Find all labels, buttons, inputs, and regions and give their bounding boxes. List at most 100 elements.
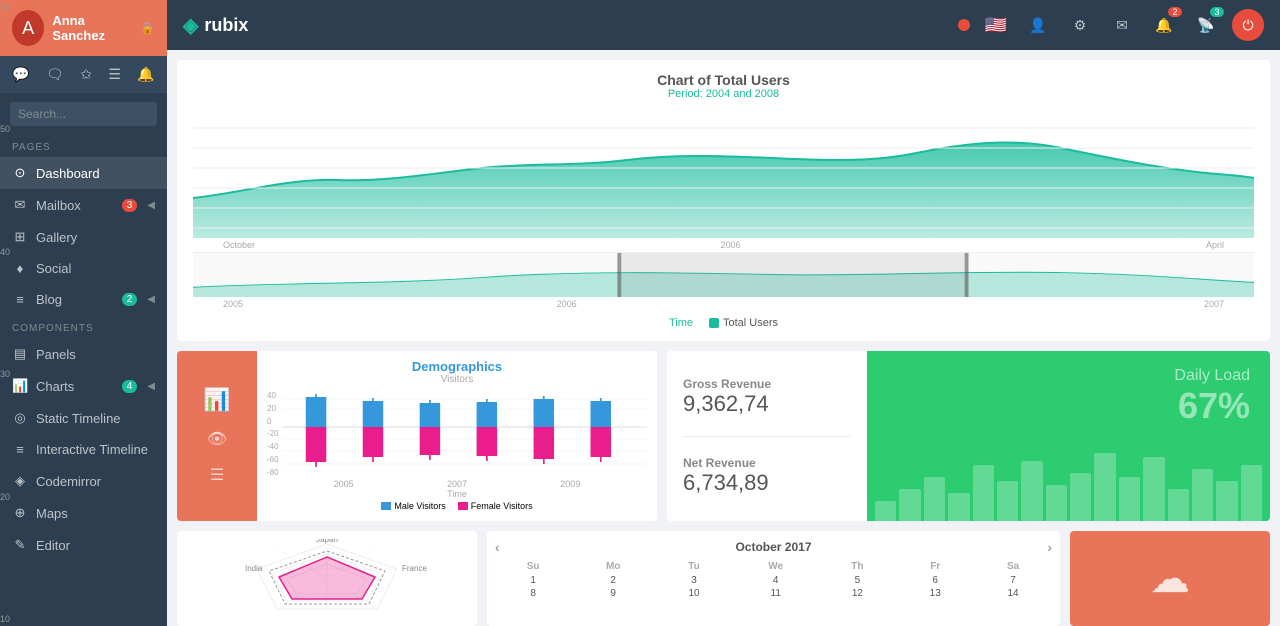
mini-bar (1168, 489, 1189, 521)
spider-chart-card: Japan France India (177, 531, 477, 626)
mail-button[interactable]: ✉ (1106, 9, 1138, 41)
mini-chart-x-labels: 2005 2006 2007 (193, 297, 1254, 311)
sidebar-item-label: Panels (36, 347, 76, 362)
demo-chart-subtitle: Visitors (267, 374, 647, 385)
sidebar-item-label: Static Timeline (36, 411, 121, 426)
demo-sidebar-panel: 📊 👁 ☰ (177, 351, 257, 521)
gross-revenue-section: Gross Revenue 9,362,74 (683, 377, 851, 417)
mailbox-badge: 3 (122, 199, 138, 212)
settings-button[interactable]: ⚙ (1064, 9, 1096, 41)
net-revenue-value: 6,734,89 (683, 470, 851, 496)
cal-day[interactable]: 6 (896, 574, 974, 587)
mini-bar (997, 481, 1018, 521)
cal-day[interactable]: 10 (655, 587, 733, 600)
cal-day[interactable]: 7 (974, 574, 1052, 587)
cal-day[interactable]: 13 (896, 587, 974, 600)
sidebar-item-label: Charts (36, 379, 74, 394)
spider-svg: Japan France India (227, 539, 427, 619)
sidebar-item-label: Interactive Timeline (36, 442, 148, 457)
svg-text:France: France (402, 564, 427, 573)
demo-chart-title: Demographics (267, 359, 647, 374)
legend-total-users: Total Users (709, 317, 778, 329)
chart-total-users-subtitle: Period: 2004 and 2008 (193, 88, 1254, 100)
rss-button[interactable]: 📡 3 (1190, 9, 1222, 41)
mini-bar (1192, 469, 1213, 521)
icon-list[interactable]: ☰ (104, 64, 125, 85)
gross-revenue-label: Gross Revenue (683, 377, 851, 391)
calendar-grid: Su Mo Tu We Th Fr Sa 1 2 3 (495, 559, 1052, 600)
female-label: Female Visitors (471, 501, 533, 511)
calendar-next-button[interactable]: › (1047, 539, 1052, 555)
cal-day[interactable]: 8 (495, 587, 571, 600)
charts-badge: 4 (122, 380, 138, 393)
bell-button[interactable]: 🔔 2 (1148, 9, 1180, 41)
bottom-row: 📊 👁 ☰ Demographics Visitors 40 20 0 -20 … (177, 351, 1270, 521)
chart-total-users-card: Chart of Total Users Period: 2004 and 20… (177, 60, 1270, 341)
main-content: Chart of Total Users Period: 2004 and 20… (167, 50, 1280, 626)
demographics-card: 📊 👁 ☰ Demographics Visitors 40 20 0 -20 … (177, 351, 657, 521)
cal-day[interactable]: 11 (733, 587, 819, 600)
app-name: rubix (204, 15, 248, 36)
sidebar-item-label: Editor (36, 538, 70, 553)
sidebar-item-label: Gallery (36, 230, 77, 245)
icon-bell[interactable]: 🔔 (133, 64, 158, 85)
blog-badge: 2 (122, 293, 138, 306)
chart-x-labels: October 2006 April (193, 238, 1254, 252)
svg-text:India: India (245, 564, 263, 573)
chart-legend: Time Total Users (193, 317, 1254, 329)
legend-dot (709, 318, 719, 328)
mini-bar (899, 489, 920, 521)
flag-icon: 🇺🇸 (985, 15, 1007, 36)
logo-icon: ◈ (183, 13, 198, 38)
sidebar-item-label: Maps (36, 506, 68, 521)
daily-load-section: Daily Load 67% (1174, 367, 1250, 427)
net-revenue-label: Net Revenue (683, 456, 851, 470)
flag-button[interactable]: 🇺🇸 (980, 9, 1012, 41)
icon-star[interactable]: ✩ (76, 64, 96, 85)
search-input[interactable] (10, 102, 157, 126)
power-button[interactable]: ⏻ (1232, 9, 1264, 41)
logo: ◈ rubix (183, 13, 248, 38)
sidebar-item-label: Dashboard (36, 166, 100, 181)
mini-bar (1143, 457, 1164, 521)
user-button[interactable]: 👤 (1022, 9, 1054, 41)
cal-day[interactable]: 14 (974, 587, 1052, 600)
status-indicator[interactable] (958, 19, 970, 31)
sidebar-item-label: Mailbox (36, 198, 81, 213)
chevron-icon: ◀ (147, 294, 155, 305)
cal-day[interactable]: 3 (655, 574, 733, 587)
demo-time-label: Time (267, 489, 647, 499)
cal-day[interactable]: 5 (818, 574, 896, 587)
coral-card: ☁ (1070, 531, 1270, 626)
cal-day[interactable]: 2 (571, 574, 655, 587)
chevron-icon: ◀ (147, 381, 155, 392)
mini-bar (1241, 465, 1262, 521)
cal-day[interactable]: 1 (495, 574, 571, 587)
calendar-header: ‹ October 2017 › (495, 539, 1052, 555)
main-wrapper: ◈ rubix 🇺🇸 👤 ⚙ ✉ 🔔 2 📡 3 ⏻ Chart of Tota… (167, 0, 1280, 626)
bar-chart-icon: 📊 (203, 387, 230, 413)
daily-load-percent: 67% (1174, 385, 1250, 427)
revenue-card: Gross Revenue 9,362,74 Net Revenue 6,734… (667, 351, 1270, 521)
mini-bar (1046, 485, 1067, 521)
daily-load-label: Daily Load (1174, 367, 1250, 385)
cal-day[interactable]: 9 (571, 587, 655, 600)
cal-header-mo: Mo (571, 559, 655, 574)
mini-chart-svg (193, 253, 1254, 297)
cal-header-we: We (733, 559, 819, 574)
bell-badge: 2 (1168, 7, 1182, 17)
icon-comment[interactable]: 🗨 (42, 64, 68, 85)
svg-text:Japan: Japan (316, 539, 338, 544)
eye-icon: 👁 (207, 429, 227, 449)
legend-time: Time (669, 317, 693, 329)
male-label: Male Visitors (394, 501, 445, 511)
demo-bar-svg (283, 389, 647, 479)
mini-bar (1021, 461, 1042, 521)
mini-bar (973, 465, 994, 521)
rss-badge: 3 (1210, 7, 1224, 17)
revenue-divider (683, 436, 851, 437)
cal-day[interactable]: 12 (818, 587, 896, 600)
cal-day[interactable]: 4 (733, 574, 819, 587)
legend-male: Male Visitors (381, 501, 445, 511)
male-legend-color (381, 502, 391, 510)
